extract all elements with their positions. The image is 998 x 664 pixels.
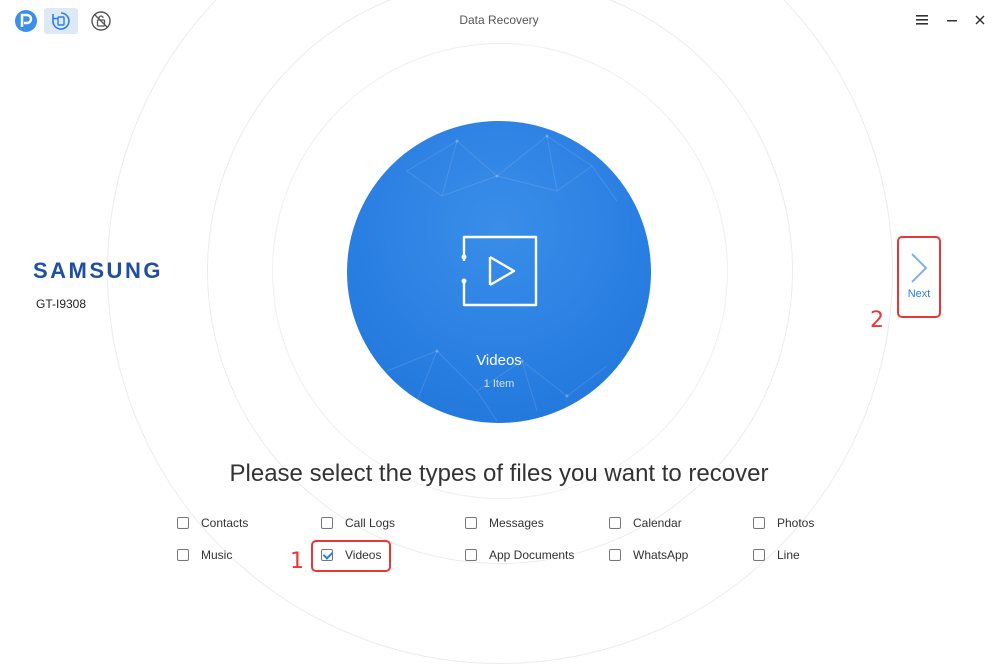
option-contacts[interactable]: Contacts — [177, 513, 248, 533]
option-label: WhatsApp — [633, 548, 689, 562]
minimize-icon[interactable] — [942, 10, 962, 30]
next-button[interactable]: Next — [897, 236, 941, 318]
option-app-documents[interactable]: App Documents — [465, 545, 574, 565]
photos-checkbox[interactable] — [753, 517, 765, 529]
music-checkbox[interactable] — [177, 549, 189, 561]
device-model: GT-I9308 — [36, 297, 87, 311]
option-label: Videos — [345, 548, 382, 562]
option-label: App Documents — [489, 548, 575, 562]
next-label: Next — [907, 288, 931, 300]
option-label: Line — [777, 548, 800, 562]
option-videos[interactable]: Videos — [321, 545, 381, 565]
step-annotation-2: 2 — [870, 308, 884, 333]
window-title: Data Recovery — [459, 13, 539, 27]
preview-label: Videos — [476, 352, 522, 369]
option-calendar[interactable]: Calendar — [609, 513, 682, 533]
device-brand: SAMSUNG — [33, 258, 163, 283]
contacts-checkbox[interactable] — [177, 517, 189, 529]
option-whatsapp[interactable]: WhatsApp — [609, 545, 688, 565]
file-type-preview-circle: Videos 1 Item — [347, 121, 651, 423]
line-checkbox[interactable] — [753, 549, 765, 561]
option-music[interactable]: Music — [177, 545, 232, 565]
option-line[interactable]: Line — [753, 545, 800, 565]
chevron-right-icon — [911, 253, 928, 283]
video-play-icon — [460, 233, 540, 314]
close-icon[interactable] — [970, 10, 990, 30]
menu-icon[interactable] — [912, 10, 932, 30]
option-label: Calendar — [633, 516, 682, 530]
option-label: Messages — [489, 516, 544, 530]
whatsapp-checkbox[interactable] — [609, 549, 621, 561]
option-label: Music — [201, 548, 233, 562]
videos-checkbox[interactable] — [321, 549, 333, 561]
step-annotation-1: 1 — [290, 549, 304, 574]
option-photos[interactable]: Photos — [753, 513, 814, 533]
option-messages[interactable]: Messages — [465, 513, 544, 533]
option-label: Contacts — [201, 516, 249, 530]
option-label: Photos — [777, 516, 815, 530]
call-logs-checkbox[interactable] — [321, 517, 333, 529]
option-call-logs[interactable]: Call Logs — [321, 513, 395, 533]
preview-count: 1 Item — [483, 378, 515, 390]
option-label: Call Logs — [345, 516, 396, 530]
calendar-checkbox[interactable] — [609, 517, 621, 529]
instruction-text: Please select the types of files you wan… — [229, 460, 769, 487]
app-documents-checkbox[interactable] — [465, 549, 477, 561]
messages-checkbox[interactable] — [465, 517, 477, 529]
